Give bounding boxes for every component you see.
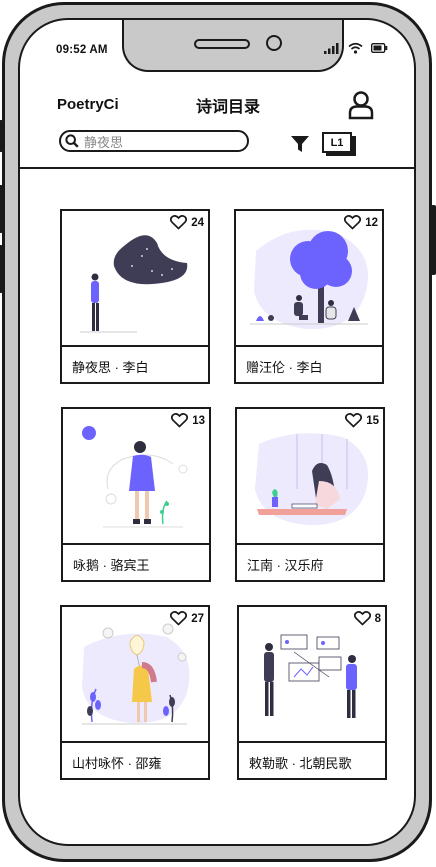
screen: 09:52 AM PoetryCi 诗词目录 静夜思 L1 24 静夜思 · 李… (18, 18, 416, 846)
like-button[interactable]: 27 (170, 611, 204, 626)
status-time: 09:52 AM (56, 44, 108, 56)
user-icon[interactable] (348, 90, 374, 120)
notch (122, 20, 344, 72)
like-count: 8 (374, 612, 381, 625)
volume-down-button (0, 245, 3, 293)
speaker (194, 39, 250, 49)
heart-icon (344, 215, 362, 230)
poem-title: 山村咏怀 · 邵雍 (72, 756, 162, 771)
poem-illustration (82, 623, 190, 725)
poem-card[interactable]: 27 山村咏怀 · 邵雍 (60, 605, 210, 780)
like-count: 15 (366, 414, 379, 427)
volume-up-button (0, 185, 3, 233)
like-count: 12 (365, 216, 378, 229)
signal-icon (324, 43, 339, 54)
heart-icon (345, 413, 363, 428)
like-button[interactable]: 13 (171, 413, 205, 428)
card-separator (60, 345, 208, 347)
card-separator (237, 741, 385, 743)
search-input[interactable]: 静夜思 (84, 132, 123, 151)
like-count: 27 (191, 612, 204, 625)
like-count: 13 (192, 414, 205, 427)
phone-frame: 09:52 AM PoetryCi 诗词目录 静夜思 L1 24 静夜思 · 李… (0, 2, 436, 862)
poem-card[interactable]: 13 咏鹅 · 骆宾王 (61, 407, 211, 582)
heart-icon (170, 215, 188, 230)
poem-title: 静夜思 · 李白 (72, 360, 149, 375)
like-button[interactable]: 24 (170, 215, 204, 230)
like-button[interactable]: 12 (344, 215, 378, 230)
card-separator (235, 543, 383, 545)
poem-card[interactable]: 15 江南 · 汉乐府 (235, 407, 385, 582)
search-icon (65, 134, 79, 148)
poem-title: 咏鹅 · 骆宾王 (73, 558, 150, 573)
heart-icon (353, 611, 371, 626)
poem-title: 江南 · 汉乐府 (247, 558, 324, 573)
power-button (431, 205, 436, 275)
search-bar[interactable]: 静夜思 (59, 130, 249, 152)
poem-illustration (82, 426, 188, 528)
poem-card[interactable]: 24 静夜思 · 李白 (60, 209, 210, 384)
poem-illustration (80, 235, 188, 333)
battery-icon (371, 43, 388, 53)
poem-title: 赠汪伦 · 李白 (246, 360, 323, 375)
status-icons (324, 42, 388, 54)
heart-icon (171, 413, 189, 428)
poem-illustration (264, 634, 357, 718)
filter-icon[interactable] (290, 134, 310, 154)
card-separator (61, 543, 209, 545)
wifi-icon (348, 42, 363, 54)
level-button[interactable]: L1 (322, 132, 356, 156)
poem-title: 敕勒歌 · 北朝民歌 (249, 756, 352, 771)
volume-button (0, 120, 3, 152)
level-label: L1 (322, 132, 352, 153)
card-separator (234, 345, 382, 347)
like-count: 24 (191, 216, 204, 229)
page-title: 诗词目录 (196, 99, 261, 116)
app-name: PoetryCi (57, 96, 119, 113)
poem-illustration (255, 433, 369, 526)
poem-card[interactable]: 8 敕勒歌 · 北朝民歌 (237, 605, 387, 780)
like-button[interactable]: 8 (353, 611, 381, 626)
like-button[interactable]: 15 (345, 413, 379, 428)
poem-card[interactable]: 12 赠汪伦 · 李白 (234, 209, 384, 384)
camera (266, 35, 282, 51)
heart-icon (170, 611, 188, 626)
card-separator (60, 741, 208, 743)
header-divider (20, 167, 414, 169)
poem-illustration (250, 229, 368, 330)
